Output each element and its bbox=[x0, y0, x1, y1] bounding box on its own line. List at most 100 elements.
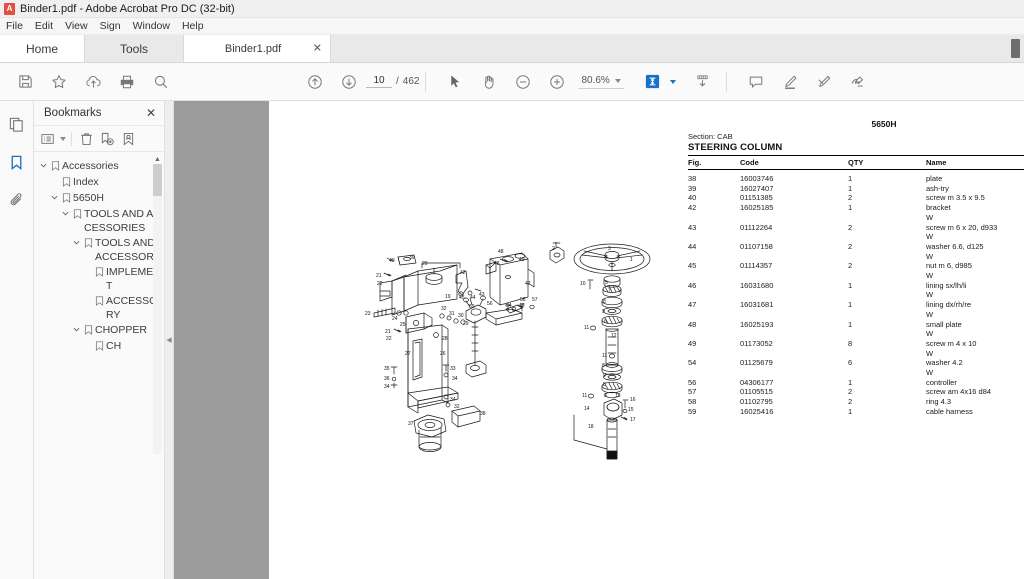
highlight-icon[interactable] bbox=[773, 67, 807, 97]
cell-qty: 1 bbox=[848, 319, 853, 329]
comment-icon[interactable] bbox=[739, 67, 773, 97]
cell-qty: 2 bbox=[848, 261, 853, 271]
chevron-down-icon[interactable] bbox=[614, 78, 621, 83]
search-icon[interactable] bbox=[144, 67, 178, 97]
print-icon[interactable] bbox=[110, 67, 144, 97]
attachments-icon[interactable] bbox=[6, 189, 28, 211]
chevron-down-icon[interactable] bbox=[38, 159, 49, 169]
bookmark-item[interactable]: 5650H bbox=[34, 191, 164, 206]
edit-bookmark-icon[interactable] bbox=[119, 130, 137, 148]
svg-text:32: 32 bbox=[441, 306, 447, 312]
tab-tools[interactable]: Tools bbox=[85, 35, 183, 62]
cell-code: 16031680 bbox=[740, 280, 774, 290]
column-header-name: Name bbox=[926, 158, 947, 167]
fit-page-chevron-down-icon[interactable] bbox=[669, 79, 676, 84]
delete-bookmark-icon[interactable] bbox=[77, 130, 95, 148]
table-row: 59 16025416 1 cable harness bbox=[688, 407, 1024, 417]
bookmark-item[interactable]: ACCESSORY bbox=[34, 294, 164, 322]
bookmark-item[interactable]: Index bbox=[34, 175, 164, 190]
document-viewport[interactable]: 5650H Section: CAB Ref.: 4G.13.3 STEERIN… bbox=[174, 101, 1024, 579]
chevron-down-icon[interactable] bbox=[60, 207, 71, 217]
cell-code: 01102795 bbox=[740, 397, 773, 407]
menu-item-file[interactable]: File bbox=[6, 20, 23, 32]
cell-fig: 47 bbox=[688, 300, 697, 310]
svg-text:24: 24 bbox=[392, 316, 398, 322]
bookmarks-scrollbar-thumb[interactable] bbox=[153, 164, 162, 196]
page-number-input[interactable]: 10 bbox=[366, 75, 392, 88]
menu-item-edit[interactable]: Edit bbox=[35, 20, 53, 32]
cell-fig: 58 bbox=[688, 397, 697, 407]
cell-code: 01151385 bbox=[740, 193, 773, 203]
pdf-page: 5650H Section: CAB Ref.: 4G.13.3 STEERIN… bbox=[269, 101, 1024, 579]
fit-page-icon[interactable] bbox=[636, 67, 670, 97]
page-thumbnails-icon[interactable] bbox=[6, 113, 28, 135]
cell-name: cable harness bbox=[926, 406, 973, 416]
cloud-upload-icon[interactable] bbox=[76, 67, 110, 97]
bookmark-icon bbox=[82, 236, 95, 248]
cell-name: nut m 6, d985 bbox=[926, 261, 972, 271]
panel-collapse-handle[interactable]: ◀ bbox=[165, 101, 174, 579]
bookmark-icon bbox=[93, 294, 106, 306]
table-row: 39 16027407 1 ash-try bbox=[688, 184, 1024, 194]
chevron-down-icon[interactable] bbox=[49, 191, 60, 201]
svg-text:11: 11 bbox=[584, 325, 589, 331]
draw-icon[interactable] bbox=[807, 67, 841, 97]
zoom-in-icon[interactable] bbox=[540, 67, 574, 97]
table-row-continuation: W bbox=[926, 290, 934, 300]
cursor-arrow-icon[interactable] bbox=[438, 67, 472, 97]
tab-document-binder1[interactable]: Binder1.pdf ✕ bbox=[183, 35, 331, 62]
bookmark-label: CH bbox=[106, 340, 122, 352]
bookmark-item[interactable]: IMPLEMENT bbox=[34, 265, 164, 293]
zoom-level-selector[interactable]: 80.6% bbox=[578, 74, 624, 89]
scroll-up-icon[interactable]: ▲ bbox=[153, 154, 162, 164]
bookmark-item[interactable]: CHOPPER bbox=[34, 323, 164, 338]
arrow-down-circle-icon[interactable] bbox=[332, 67, 366, 97]
svg-text:33: 33 bbox=[450, 366, 456, 372]
hand-tool-icon[interactable] bbox=[472, 67, 506, 97]
close-icon[interactable]: ✕ bbox=[146, 107, 156, 119]
vertical-scrollbar-thumb[interactable] bbox=[1011, 39, 1020, 58]
options-list-icon[interactable] bbox=[39, 130, 57, 148]
navigation-rail bbox=[0, 101, 34, 579]
table-row: 57 01105515 2 screw am 4x16 d84 bbox=[688, 387, 1024, 397]
tab-home-label: Home bbox=[25, 41, 58, 56]
svg-text:36: 36 bbox=[384, 376, 390, 382]
cell-name: screw m 3.5 x 9.5 bbox=[926, 193, 985, 203]
tab-home[interactable]: Home bbox=[0, 35, 85, 62]
bookmarks-icon[interactable] bbox=[6, 151, 28, 173]
scroll-mode-icon[interactable] bbox=[686, 67, 720, 97]
exploded-parts-diagram: 40 39 20 21 22 19 42 45 44 43 23 24 25 21 22 32 31… bbox=[362, 225, 692, 465]
menu-item-sign[interactable]: Sign bbox=[100, 20, 121, 32]
bookmarks-scrollbar[interactable]: ▲ bbox=[153, 154, 162, 454]
bookmark-item[interactable]: TOOLS AND ACCESSOR bbox=[34, 236, 164, 264]
menu-item-view[interactable]: View bbox=[65, 20, 88, 32]
table-row: 45 01114357 2 nut m 6, d985 bbox=[688, 261, 1024, 271]
cell-name: plate bbox=[926, 174, 943, 183]
arrow-up-circle-icon[interactable] bbox=[298, 67, 332, 97]
save-icon[interactable] bbox=[8, 67, 42, 97]
sign-icon[interactable] bbox=[841, 67, 875, 97]
bookmarks-scrollbar-track[interactable] bbox=[153, 196, 162, 454]
cell-fig: 49 bbox=[688, 338, 697, 348]
chevron-down-icon[interactable] bbox=[71, 236, 82, 246]
star-icon[interactable] bbox=[42, 67, 76, 97]
toolbar-divider bbox=[425, 71, 427, 92]
document-meta: Section: CAB Ref.: 4G.13.3 bbox=[688, 132, 1024, 141]
cell-fig: 46 bbox=[688, 280, 697, 290]
page-total-count: 462 bbox=[402, 76, 420, 87]
chevron-down-icon[interactable] bbox=[71, 323, 82, 333]
menu-item-window[interactable]: Window bbox=[133, 20, 170, 32]
table-row-continuation: W bbox=[926, 368, 934, 378]
bookmark-item[interactable]: CH bbox=[34, 339, 164, 354]
zoom-out-icon[interactable] bbox=[506, 67, 540, 97]
new-bookmark-icon[interactable] bbox=[98, 130, 116, 148]
bookmark-item[interactable]: TOOLS AND ACCESSORIES bbox=[34, 207, 164, 235]
bookmarks-options-chevron-down-icon[interactable] bbox=[60, 136, 66, 141]
bookmark-icon bbox=[71, 207, 84, 219]
cell-name: bracket bbox=[926, 203, 951, 213]
cell-fig: 56 bbox=[688, 377, 697, 387]
bookmark-item[interactable]: Accessories bbox=[34, 159, 164, 174]
close-icon[interactable]: ✕ bbox=[313, 43, 322, 54]
menu-item-help[interactable]: Help bbox=[182, 20, 204, 32]
